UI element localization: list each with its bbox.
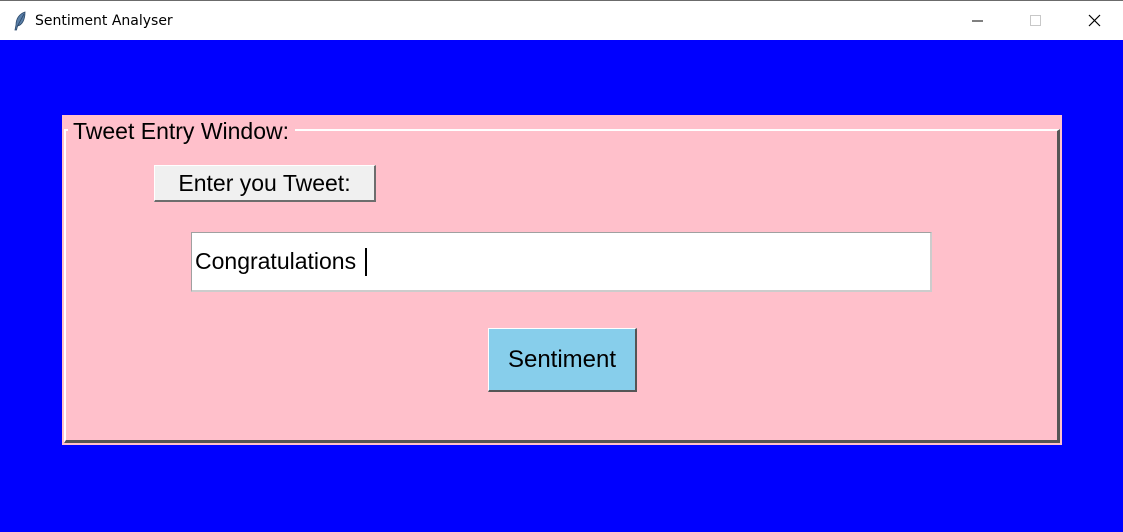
minimize-button[interactable] (948, 1, 1006, 40)
client-area: Tweet Entry Window: Enter you Tweet: Sen… (0, 40, 1123, 532)
window-title: Sentiment Analyser (35, 13, 173, 29)
maximize-button[interactable] (1006, 1, 1064, 40)
title-bar[interactable]: Sentiment Analyser (0, 0, 1123, 40)
tweet-input[interactable] (191, 232, 932, 292)
frame-legend: Tweet Entry Window: (68, 117, 296, 145)
text-caret (365, 248, 367, 276)
close-button[interactable] (1065, 1, 1123, 40)
enter-tweet-button[interactable]: Enter you Tweet: (154, 165, 376, 202)
app-window: Sentiment Analyser Tweet Entry Window: E… (0, 0, 1123, 532)
feather-icon (13, 11, 27, 31)
sentiment-button[interactable]: Sentiment (488, 328, 637, 392)
